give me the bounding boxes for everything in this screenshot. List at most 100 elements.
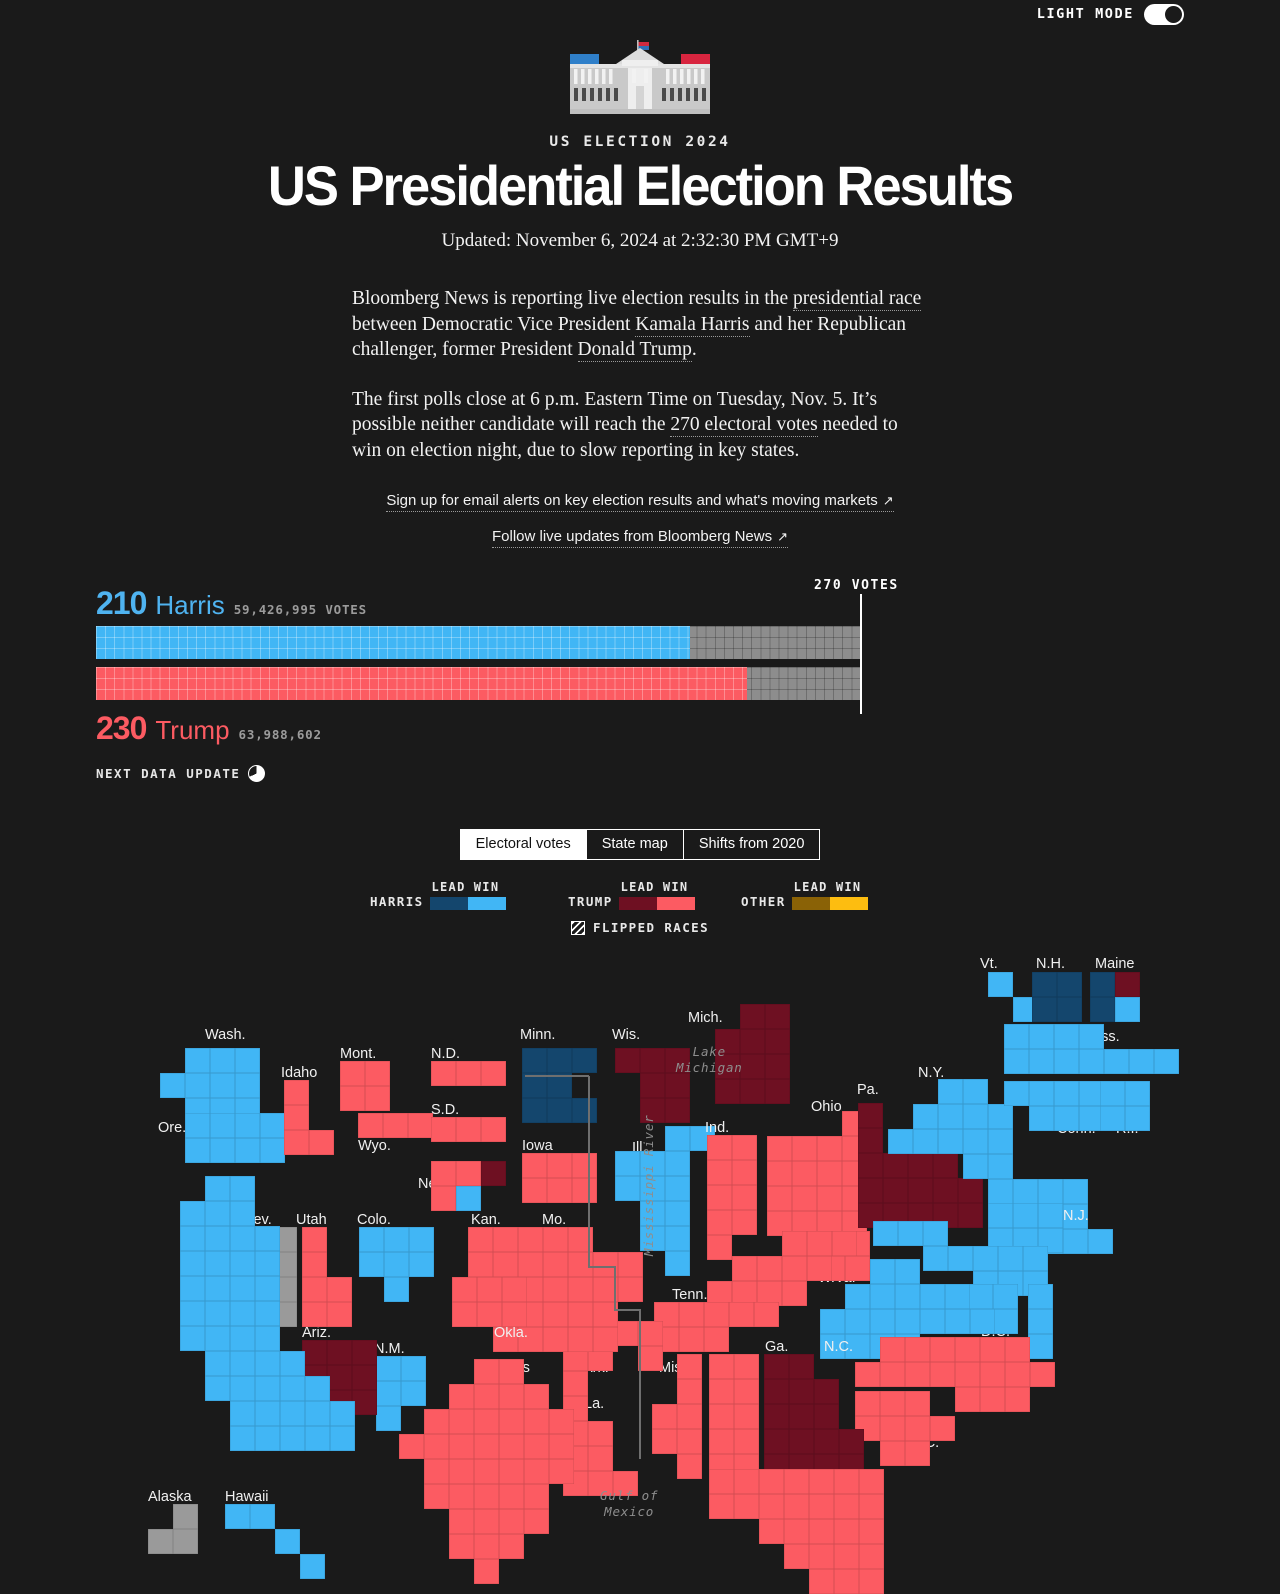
link-donald-trump[interactable]: Donald Trump bbox=[577, 339, 692, 362]
electoral-cell[interactable] bbox=[1079, 1049, 1104, 1074]
electoral-cell[interactable] bbox=[1063, 1179, 1088, 1204]
electoral-cell[interactable] bbox=[880, 1337, 905, 1362]
electoral-cell[interactable] bbox=[740, 1029, 765, 1054]
electoral-cell[interactable] bbox=[709, 1469, 734, 1494]
electoral-cell[interactable] bbox=[1100, 1081, 1125, 1106]
electoral-cell[interactable] bbox=[474, 1459, 499, 1484]
electoral-cell[interactable] bbox=[205, 1226, 230, 1251]
electoral-cell[interactable] bbox=[834, 1494, 859, 1519]
electoral-cell[interactable] bbox=[765, 1004, 790, 1029]
electoral-cell[interactable] bbox=[275, 1529, 300, 1554]
electoral-cell[interactable] bbox=[905, 1362, 930, 1387]
electoral-cell[interactable] bbox=[493, 1227, 518, 1252]
electoral-cell[interactable] bbox=[456, 1161, 481, 1186]
electoral-cell[interactable] bbox=[880, 1391, 905, 1416]
electoral-cell[interactable] bbox=[905, 1337, 930, 1362]
electoral-cell[interactable] bbox=[376, 1406, 401, 1431]
electoral-cell[interactable] bbox=[1054, 1106, 1079, 1131]
electoral-cell[interactable] bbox=[409, 1227, 434, 1252]
electoral-cell[interactable] bbox=[677, 1404, 702, 1429]
electoral-cell[interactable] bbox=[945, 1284, 970, 1309]
electoral-cell[interactable] bbox=[677, 1429, 702, 1454]
electoral-cell[interactable] bbox=[180, 1326, 205, 1351]
electoral-cell[interactable] bbox=[1115, 997, 1140, 1022]
electoral-cell[interactable] bbox=[998, 1246, 1023, 1271]
electoral-cell[interactable] bbox=[809, 1569, 834, 1594]
electoral-cell[interactable] bbox=[230, 1401, 255, 1426]
electoral-cell[interactable] bbox=[399, 1434, 424, 1459]
electoral-cell[interactable] bbox=[499, 1384, 524, 1409]
electoral-cell[interactable] bbox=[1104, 1049, 1129, 1074]
electoral-cell[interactable] bbox=[1029, 1081, 1054, 1106]
electoral-cell[interactable] bbox=[888, 1129, 913, 1154]
electoral-cell[interactable] bbox=[499, 1534, 524, 1559]
electoral-cell[interactable] bbox=[1030, 1362, 1055, 1387]
electoral-cell[interactable] bbox=[638, 1321, 663, 1346]
electoral-cell[interactable] bbox=[499, 1359, 524, 1384]
electoral-cell[interactable] bbox=[481, 1117, 506, 1142]
electoral-cell[interactable] bbox=[1125, 1081, 1150, 1106]
electoral-cell[interactable] bbox=[665, 1098, 690, 1123]
electoral-cell[interactable] bbox=[880, 1416, 905, 1441]
electoral-cell[interactable] bbox=[980, 1387, 1005, 1412]
electoral-cell[interactable] bbox=[709, 1494, 734, 1519]
electoral-cell[interactable] bbox=[638, 1346, 663, 1371]
electoral-cell[interactable] bbox=[709, 1404, 734, 1429]
electoral-cell[interactable] bbox=[963, 1104, 988, 1129]
electoral-cell[interactable] bbox=[230, 1351, 255, 1376]
electoral-cell[interactable] bbox=[449, 1409, 474, 1434]
electoral-cell[interactable] bbox=[618, 1277, 643, 1302]
electoral-cell[interactable] bbox=[765, 1054, 790, 1079]
electoral-cell[interactable] bbox=[963, 1154, 988, 1179]
electoral-cell[interactable] bbox=[740, 1054, 765, 1079]
electoral-cell[interactable] bbox=[365, 1061, 390, 1086]
electoral-cell[interactable] bbox=[948, 1246, 973, 1271]
electoral-cell[interactable] bbox=[740, 1079, 765, 1104]
electoral-cell[interactable] bbox=[474, 1559, 499, 1584]
electoral-cell[interactable] bbox=[340, 1086, 365, 1111]
electoral-cell[interactable] bbox=[988, 1203, 1013, 1228]
electoral-cell[interactable] bbox=[859, 1569, 884, 1594]
electoral-cell[interactable] bbox=[958, 1178, 983, 1203]
electoral-cell[interactable] bbox=[734, 1379, 759, 1404]
electoral-cell[interactable] bbox=[173, 1504, 198, 1529]
electoral-cell[interactable] bbox=[765, 1029, 790, 1054]
electoral-cell[interactable] bbox=[210, 1048, 235, 1073]
electoral-cell[interactable] bbox=[185, 1048, 210, 1073]
electoral-cell[interactable] bbox=[1005, 1387, 1030, 1412]
electoral-cell[interactable] bbox=[784, 1519, 809, 1544]
electoral-cell[interactable] bbox=[1013, 1203, 1038, 1228]
electoral-cell[interactable] bbox=[640, 1073, 665, 1098]
electoral-cell[interactable] bbox=[814, 1379, 839, 1404]
electoral-cell[interactable] bbox=[180, 1251, 205, 1276]
electoral-cell[interactable] bbox=[809, 1469, 834, 1494]
electoral-cell[interactable] bbox=[839, 1429, 864, 1454]
electoral-cell[interactable] bbox=[499, 1434, 524, 1459]
electoral-cell[interactable] bbox=[499, 1409, 524, 1434]
electoral-cell[interactable] bbox=[784, 1494, 809, 1519]
electoral-cell[interactable] bbox=[709, 1379, 734, 1404]
electoral-cell[interactable] bbox=[376, 1381, 401, 1406]
electoral-cell[interactable] bbox=[764, 1354, 789, 1379]
electoral-cell[interactable] bbox=[993, 1309, 1018, 1334]
electoral-cell[interactable] bbox=[765, 1079, 790, 1104]
electoral-cell[interactable] bbox=[235, 1073, 260, 1098]
electoral-cell[interactable] bbox=[522, 1098, 547, 1123]
electoral-cell[interactable] bbox=[963, 1129, 988, 1154]
electoral-cell[interactable] bbox=[481, 1161, 506, 1186]
electoral-cell[interactable] bbox=[963, 1079, 988, 1104]
electoral-cell[interactable] bbox=[568, 1277, 593, 1302]
electoral-cell[interactable] bbox=[704, 1302, 729, 1327]
electoral-cell[interactable] bbox=[280, 1426, 305, 1451]
electoral-cell[interactable] bbox=[679, 1302, 704, 1327]
electoral-cell[interactable] bbox=[789, 1429, 814, 1454]
electoral-cell[interactable] bbox=[764, 1379, 789, 1404]
electoral-cell[interactable] bbox=[230, 1226, 255, 1251]
electoral-cell[interactable] bbox=[235, 1113, 260, 1138]
electoral-cell[interactable] bbox=[522, 1178, 547, 1203]
electoral-cell[interactable] bbox=[732, 1135, 757, 1160]
electoral-cell[interactable] bbox=[547, 1073, 572, 1098]
electoral-cell[interactable] bbox=[807, 1231, 832, 1256]
electoral-cell[interactable] bbox=[707, 1135, 732, 1160]
electoral-cell[interactable] bbox=[734, 1354, 759, 1379]
